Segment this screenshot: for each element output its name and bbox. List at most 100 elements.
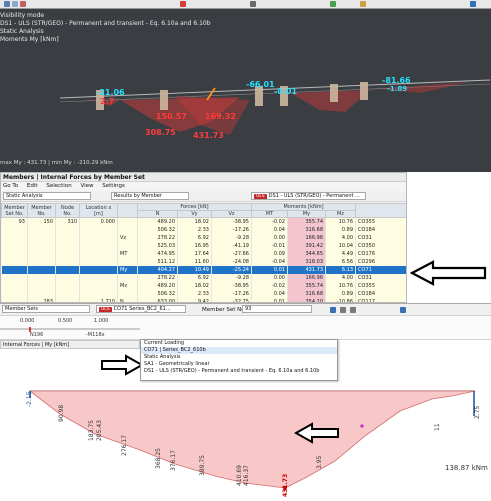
cell-member <box>27 225 56 234</box>
menu-view[interactable]: View <box>80 183 93 189</box>
cell-sym <box>117 289 138 298</box>
cell-my: 391.42 <box>287 241 326 250</box>
dropdown-item[interactable]: DS1 - ULS (STR/GEO) - Permanent and tran… <box>141 368 337 375</box>
tool-icon[interactable] <box>350 307 356 313</box>
cell-vz: -38.95 <box>211 281 252 290</box>
cell-set <box>1 249 28 258</box>
table-row[interactable]: Mz 489.20 18.02 -38.95 -0.02 355.74 10.76 CO355 <box>1 281 406 290</box>
cell-set: 93 <box>1 217 28 226</box>
cell-n: 506.32 <box>137 289 178 298</box>
uls-badge: ULS <box>254 194 267 199</box>
col-mz[interactable]: Mz <box>324 210 357 218</box>
tool-icon[interactable] <box>250 1 256 7</box>
tool-icon[interactable] <box>360 1 366 7</box>
cell-loc <box>79 233 118 242</box>
cell-vy: 18.02 <box>177 281 212 290</box>
table-row[interactable]: 506.32 2.33 -17.26 0.04 316.68 0.89 CO184 <box>1 225 406 234</box>
loading-select[interactable]: ULS CO71 Series_BC2_61... <box>96 305 186 313</box>
cell-mz: 4.00 <box>325 233 357 242</box>
ruler-node: N196 <box>30 332 44 338</box>
cell-node <box>55 225 80 234</box>
member-set-no-select[interactable]: 93 <box>242 305 312 313</box>
col-member[interactable]: Member No. <box>27 203 56 218</box>
cell-n: 278.22 <box>137 233 178 242</box>
cell-mz: 0.89 <box>325 225 357 234</box>
tool-icon[interactable] <box>330 1 336 7</box>
cell-member <box>27 273 56 282</box>
moment-label: -81.66 <box>382 76 411 85</box>
diagram-value: 90.98 <box>58 404 65 422</box>
member-sets-select[interactable]: Member Sets <box>2 305 90 313</box>
diagram-value: -2.15 <box>26 391 33 407</box>
cell-mt: 0.00 <box>251 233 288 242</box>
cell-mz: 6.56 <box>325 257 357 266</box>
results-select[interactable]: Results by Member <box>111 192 189 200</box>
col-combo <box>355 203 406 218</box>
tool-icon[interactable] <box>12 1 18 7</box>
dropdown-item[interactable]: Current Loading <box>141 340 337 347</box>
col-location[interactable]: Location x [m] <box>79 203 118 218</box>
cell-mz: 10.04 <box>325 241 357 250</box>
dropdown-item-selected[interactable]: CO71 | Series_BC2_610b <box>141 347 337 354</box>
table-row[interactable]: 511.12 11.60 -24.08 -0.04 318.03 6.56 CO296 <box>1 257 406 266</box>
moment-label: -1.89 <box>387 85 408 93</box>
table-row[interactable]: 506.32 2.33 -17.26 0.04 316.68 0.89 CO184 <box>1 289 406 298</box>
cell-n: 474.95 <box>137 249 178 258</box>
cell-member <box>27 281 56 290</box>
diagram-value: 410.69 <box>236 465 243 486</box>
cell-co: CO355 <box>355 217 406 226</box>
table-row[interactable]: 525.03 16.95 -41.19 -0.01 391.42 10.04 CO350 <box>1 241 406 250</box>
cell-set <box>1 289 28 298</box>
tool-icon[interactable] <box>20 1 26 7</box>
col-n[interactable]: N <box>137 210 178 218</box>
combo-text: DS1 - ULS (STR/GEO) - Permanent ... <box>268 193 360 199</box>
analysis-select[interactable]: Static Analysis <box>3 192 91 200</box>
table-row[interactable]: Vz 278.22 6.92 -9.28 0.00 166.96 4.00 CO31 <box>1 233 406 242</box>
diagram-value: 11 <box>434 423 441 431</box>
col-vz[interactable]: Vz <box>211 210 252 218</box>
filter-icon[interactable] <box>400 307 406 313</box>
moment-label: -0.01 <box>274 87 298 96</box>
menu-goto[interactable]: Go To <box>3 183 18 189</box>
diagram-value: 183.75 <box>88 420 95 441</box>
tool-icon[interactable] <box>340 307 346 313</box>
cell-loc: 0.000 <box>79 217 118 226</box>
cell-vz: -27.66 <box>211 249 252 258</box>
diagram-value: 389.75 <box>199 455 206 476</box>
cell-member <box>27 233 56 242</box>
menu-edit[interactable]: Edit <box>27 183 38 189</box>
loading-dropdown-list[interactable]: Current Loading CO71 | Series_BC2_610b S… <box>140 339 338 381</box>
menu-selection[interactable]: Selection <box>46 183 71 189</box>
combo-code: CO71 <box>113 306 128 312</box>
table-row[interactable]: 93 150 310 0.000 489.20 18.02 -38.95 -0.02 355.7… <box>1 217 406 226</box>
col-my[interactable]: My <box>287 210 326 218</box>
dropdown-item[interactable]: Static Analysis <box>141 354 337 361</box>
col-vy[interactable]: Vy <box>177 210 212 218</box>
cell-vy: 18.02 <box>177 217 212 226</box>
cell-set <box>1 225 28 234</box>
col-node[interactable]: Node No. <box>55 203 80 218</box>
cell-sym <box>117 225 138 234</box>
result-diagram-panel: Member Sets ULS CO71 Series_BC2_61... Mem… <box>0 303 491 500</box>
cell-co: CO176 <box>355 249 406 258</box>
table-row[interactable]: MT 474.95 17.64 -27.66 0.09 344.65 4.49 CO176 <box>1 249 406 258</box>
cell-mz: 4.49 <box>325 249 357 258</box>
tool-icon[interactable] <box>4 1 10 7</box>
tool-icon[interactable] <box>330 307 336 313</box>
moment-label: -66.01 <box>246 80 275 89</box>
table-row[interactable]: 278.22 6.92 -9.28 0.00 166.96 4.00 CO31 <box>1 273 406 282</box>
tool-icon[interactable] <box>470 1 476 7</box>
dropdown-item[interactable]: SA1 - Geometrically linear <box>141 361 337 368</box>
col-mt[interactable]: MT <box>251 210 288 218</box>
menu-settings[interactable]: Settings <box>102 183 125 189</box>
diagram-value: 276.17 <box>121 435 128 456</box>
combo-short: Series_BC2_61... <box>129 306 171 312</box>
table-row-selected[interactable]: My 404.27 10.49 -25.24 0.01 431.73 6.13 CO71 <box>1 265 406 274</box>
3d-view[interactable]: Visibility mode DS1 - ULS (STR/GEO) - Pe… <box>0 0 491 172</box>
cell-vz: -38.95 <box>211 217 252 226</box>
moment-label: 308.75 <box>145 128 176 137</box>
combo-select[interactable]: ULS DS1 - ULS (STR/GEO) - Permanent ... <box>251 192 366 200</box>
cell-node <box>55 257 80 266</box>
col-member-set[interactable]: Member Set No. <box>1 203 28 218</box>
cell-mz: 0.89 <box>325 289 357 298</box>
